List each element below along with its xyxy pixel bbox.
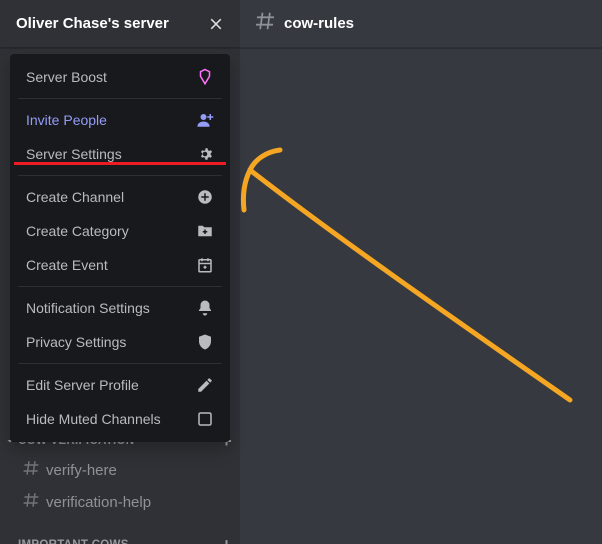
plus-circle-icon (196, 188, 214, 206)
hash-icon (22, 491, 40, 513)
shield-icon (196, 333, 214, 351)
menu-label: Hide Muted Channels (26, 411, 161, 427)
menu-label: Edit Server Profile (26, 377, 139, 393)
menu-label: Invite People (26, 112, 107, 128)
menu-server-boost[interactable]: Server Boost (18, 60, 222, 94)
category-important-cows[interactable]: IMPORTANT COWS + (0, 532, 240, 544)
menu-create-event[interactable]: Create Event (18, 248, 222, 282)
menu-create-channel[interactable]: Create Channel (18, 180, 222, 214)
menu-label: Create Event (26, 257, 108, 273)
close-icon[interactable] (208, 16, 224, 32)
annotation-underline (14, 162, 226, 165)
server-header[interactable]: Oliver Chase's server (0, 0, 240, 48)
menu-separator (18, 363, 222, 364)
menu-hide-muted-channels[interactable]: Hide Muted Channels (18, 402, 222, 436)
menu-label: Server Boost (26, 69, 107, 85)
add-channel-icon[interactable]: + (221, 536, 232, 544)
menu-separator (18, 175, 222, 176)
channel-verify-here[interactable]: verify-here (0, 454, 240, 486)
channel-title: cow-rules (284, 15, 354, 32)
server-dropdown-menu: Server Boost Invite People Server Settin… (10, 54, 230, 442)
chevron-down-icon (4, 539, 16, 544)
menu-edit-server-profile[interactable]: Edit Server Profile (18, 368, 222, 402)
menu-label: Create Category (26, 223, 129, 239)
menu-separator (18, 98, 222, 99)
menu-label: Create Channel (26, 189, 124, 205)
channel-label: verify-here (46, 462, 117, 479)
bell-icon (196, 299, 214, 317)
menu-label: Server Settings (26, 146, 122, 162)
server-name: Oliver Chase's server (16, 15, 169, 32)
pencil-icon (196, 376, 214, 394)
folder-plus-icon (196, 222, 214, 240)
hash-icon (22, 459, 40, 481)
menu-label: Notification Settings (26, 300, 150, 316)
menu-notification-settings[interactable]: Notification Settings (18, 291, 222, 325)
menu-privacy-settings[interactable]: Privacy Settings (18, 325, 222, 359)
menu-label: Privacy Settings (26, 334, 126, 350)
invite-people-icon (196, 111, 214, 129)
channel-header: cow-rules (240, 0, 602, 48)
menu-server-settings[interactable]: Server Settings (18, 137, 222, 171)
channel-verification-help[interactable]: verification-help (0, 486, 240, 518)
boost-icon (196, 68, 214, 86)
category-label: IMPORTANT COWS (18, 539, 129, 544)
hash-icon (254, 10, 276, 37)
menu-separator (18, 286, 222, 287)
menu-create-category[interactable]: Create Category (18, 214, 222, 248)
channel-label: verification-help (46, 494, 151, 511)
checkbox-empty-icon (196, 410, 214, 428)
calendar-plus-icon (196, 256, 214, 274)
gear-icon (196, 145, 214, 163)
menu-invite-people[interactable]: Invite People (18, 103, 222, 137)
